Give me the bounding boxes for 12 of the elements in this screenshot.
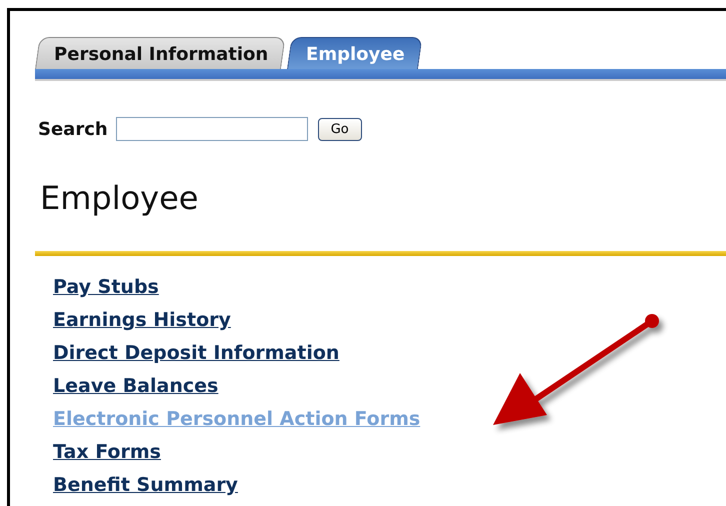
search-field[interactable]	[116, 117, 308, 141]
menu-link[interactable]: Leave Balances	[53, 373, 218, 399]
tab[interactable]: Employee	[287, 37, 422, 69]
menu-link[interactable]: Pay Stubs	[53, 274, 159, 300]
page-heading: Employee	[40, 179, 200, 217]
menu-link[interactable]: Benefit Summary	[53, 472, 238, 498]
menu-link[interactable]: Earnings History	[53, 307, 231, 333]
menu-link[interactable]: Direct Deposit Information	[53, 340, 340, 366]
tab[interactable]: Personal Information	[35, 37, 286, 69]
menu-link[interactable]: Tax Forms	[53, 439, 161, 465]
search-label: Search	[38, 118, 108, 140]
go-button[interactable]: Go	[318, 118, 362, 140]
